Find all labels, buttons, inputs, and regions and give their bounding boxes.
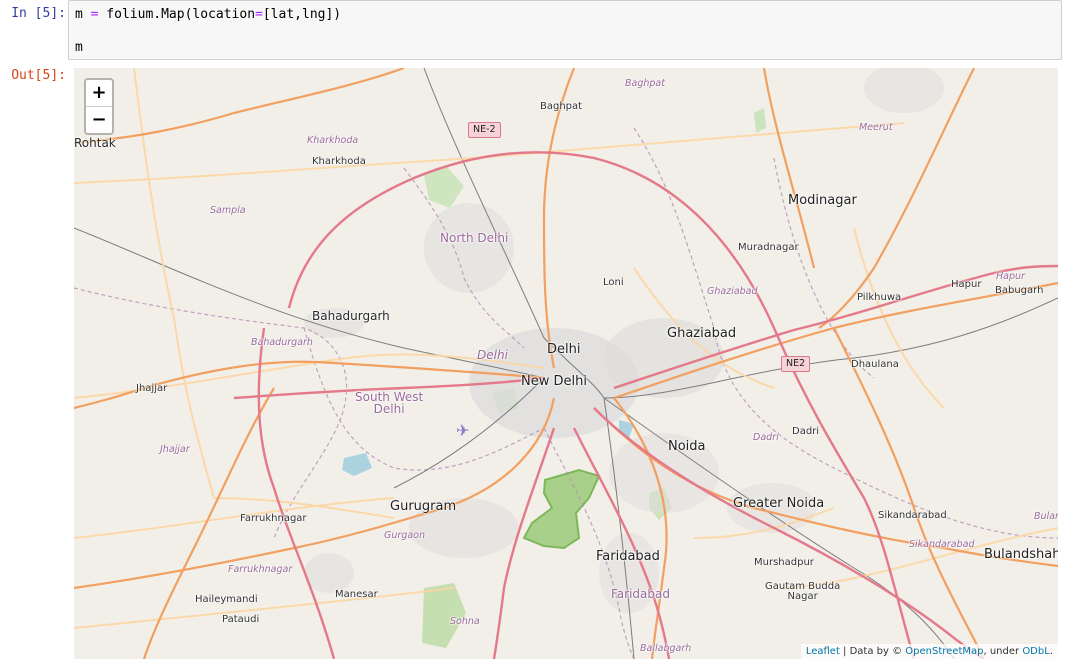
district-ballabgarh: Ballabgarh xyxy=(640,643,692,654)
svg-text:✈: ✈ xyxy=(456,421,469,440)
place-greater-noida: Greater Noida xyxy=(733,496,825,511)
place-ghaziabad: Ghaziabad xyxy=(667,326,737,341)
zoom-in-button[interactable]: + xyxy=(86,80,112,107)
input-prompt: In [5]: xyxy=(11,6,66,21)
place-hapur: Hapur xyxy=(951,279,982,290)
place-noida: Noida xyxy=(668,439,706,454)
place-gautam-budda-nagar: Gautam Budda Nagar xyxy=(765,581,841,602)
district-sohna: Sohna xyxy=(450,616,480,627)
highway-shield-ne-2: NE-2 xyxy=(468,122,501,138)
district-baghpat: Baghpat xyxy=(625,78,665,89)
place-muradnagar: Muradnagar xyxy=(738,242,799,253)
place-rohtak: Rohtak xyxy=(74,136,116,150)
place-pataudi: Pataudi xyxy=(222,614,260,625)
zoom-out-button[interactable]: − xyxy=(86,107,112,133)
district-gurgaon: Gurgaon xyxy=(384,530,425,541)
output-prompt: Out[5]: xyxy=(11,68,66,83)
code-line-2: m xyxy=(75,40,83,55)
place-loni: Loni xyxy=(603,277,624,288)
place-bulandshahr: Bulandshah xyxy=(984,547,1058,562)
district-sikandarabad: Sikandarabad xyxy=(909,539,975,550)
openstreetmap-link[interactable]: OpenStreetMap xyxy=(905,646,983,657)
district-delhi: Delhi xyxy=(477,348,508,362)
place-farrukhnagar: Farrukhnagar xyxy=(240,513,307,524)
district-north-delhi: North Delhi xyxy=(440,231,509,245)
district-sampla: Sampla xyxy=(210,205,246,216)
place-new-delhi: New Delhi xyxy=(521,374,587,389)
district-faridabad: Faridabad xyxy=(611,587,670,601)
code-editor[interactable]: m = folium.Map(location=[lat,lng]) m xyxy=(68,0,1062,60)
district-kharkhoda: Kharkhoda xyxy=(307,135,359,146)
district-dadri: Dadri xyxy=(753,432,779,443)
district-meerut: Meerut xyxy=(859,122,893,133)
highway-shield-ne2: NE2 xyxy=(781,356,811,372)
code-line-1: m = folium.Map(location=[lat,lng]) xyxy=(75,7,342,22)
place-babugarh: Babugarh xyxy=(995,285,1044,296)
map-view[interactable]: ✈ NE-2 NE2 Rohtak Kharkhoda Kharkhoda Ba… xyxy=(74,68,1058,659)
place-gurugram: Gurugram xyxy=(390,499,457,514)
district-hapur: Hapur xyxy=(996,271,1025,282)
place-dadri: Dadri xyxy=(792,426,820,437)
place-murshadpur: Murshadpur xyxy=(754,557,814,568)
zoom-control: + − xyxy=(84,78,114,135)
district-jhajjar: Jhajjar xyxy=(160,444,190,455)
place-bahadurgarh: Bahadurgarh xyxy=(312,309,390,323)
map-tiles: ✈ xyxy=(74,68,1058,659)
place-manesar: Manesar xyxy=(335,589,378,600)
place-dhaulana: Dhaulana xyxy=(851,359,899,370)
place-haileymandi: Haileymandi xyxy=(195,594,258,605)
map-attribution: Leaflet | Data by © OpenStreetMap, under… xyxy=(800,644,1058,659)
place-kharkhoda: Kharkhoda xyxy=(312,156,366,167)
district-south-west-delhi: South West Delhi xyxy=(355,390,424,416)
place-modinagar: Modinagar xyxy=(788,193,857,208)
place-baghpat: Baghpat xyxy=(540,101,583,112)
place-faridabad: Faridabad xyxy=(596,549,660,564)
district-ghaziabad: Ghaziabad xyxy=(707,286,758,297)
place-jhajjar: Jhajjar xyxy=(136,383,168,394)
place-delhi: Delhi xyxy=(547,342,581,357)
district-bulandshahr-partial: Bular xyxy=(1034,511,1058,522)
leaflet-link[interactable]: Leaflet xyxy=(806,646,840,657)
odbl-link[interactable]: ODbL xyxy=(1022,646,1050,657)
place-sikandarabad: Sikandarabad xyxy=(878,510,947,521)
place-pilkhuwa: Pilkhuwa xyxy=(857,292,902,303)
district-bahadurgarh: Bahadurgarh xyxy=(251,337,313,348)
district-farrukhnagar: Farrukhnagar xyxy=(228,564,293,575)
